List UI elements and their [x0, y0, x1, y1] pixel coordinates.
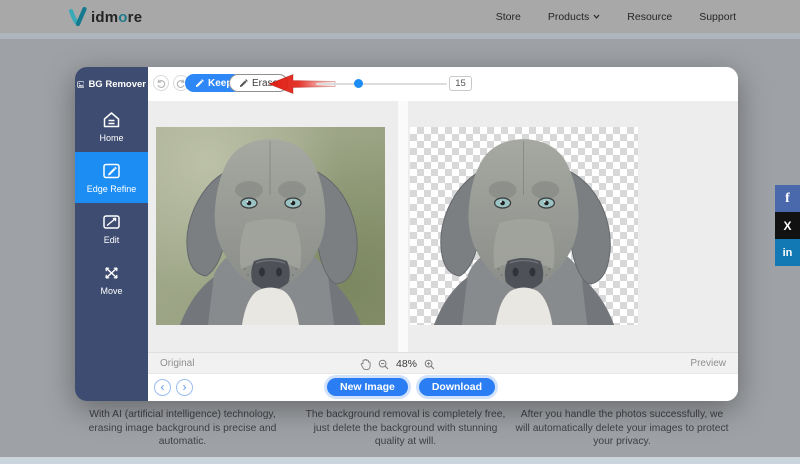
home-icon — [102, 111, 121, 129]
zoom-tools: 48% — [360, 353, 435, 375]
nav-support[interactable]: Support — [699, 11, 736, 23]
zoom-in-icon[interactable] — [424, 359, 435, 370]
preview-label: Preview — [690, 358, 726, 369]
prev-image-button[interactable]: ‹ — [154, 379, 171, 396]
sidebar-item-label: Edit — [104, 235, 120, 245]
header-divider — [0, 33, 800, 39]
brand-text: idmore — [91, 9, 142, 26]
sidebar-item-label: Edge Refine — [87, 184, 137, 194]
edit-square-icon — [102, 162, 121, 180]
viewer-statusbar: Original 48% Preview — [148, 352, 738, 374]
vidmore-check-icon — [68, 7, 89, 27]
linkedin-share-button[interactable]: in — [775, 239, 800, 266]
original-image-canvas[interactable] — [156, 127, 385, 325]
dog-photo-cutout — [410, 127, 638, 325]
page-bottom-strip — [0, 457, 800, 464]
image-arrow-icon — [102, 213, 121, 231]
move-arrows-icon — [102, 264, 121, 282]
modal-sidebar: BG Remover Home Edge Refine — [75, 67, 148, 401]
preview-panel — [408, 101, 738, 352]
bg-remover-header: BG Remover — [75, 67, 148, 101]
original-panel — [148, 101, 398, 352]
keep-brush-icon — [195, 78, 205, 88]
site-nav: Store Products Resource Support — [496, 0, 736, 33]
app-root: idmore Store Products Resource Support W… — [0, 0, 800, 464]
zoom-percentage: 48% — [396, 358, 417, 370]
cta-row: New Image Download — [327, 378, 495, 396]
chevron-down-icon — [593, 14, 600, 19]
editor-toolbar: Keep Erase 15 — [148, 67, 738, 101]
feature-text-free: The background removal is completely fre… — [303, 408, 508, 449]
bg-remover-logo-icon — [77, 78, 84, 91]
new-image-button[interactable]: New Image — [327, 378, 408, 396]
sidebar-item-edit[interactable]: Edit — [75, 203, 148, 254]
modal-footer: ‹ › New Image Download — [148, 374, 738, 401]
download-button[interactable]: Download — [419, 378, 495, 396]
slider-thumb[interactable] — [354, 79, 363, 88]
nav-products[interactable]: Products — [548, 11, 600, 23]
sidebar-item-label: Home — [99, 133, 123, 143]
brush-size-value[interactable]: 15 — [449, 76, 472, 91]
nav-store[interactable]: Store — [496, 11, 521, 23]
bg-remover-modal: BG Remover Home Edge Refine — [75, 67, 738, 401]
bg-remover-title: BG Remover — [88, 79, 146, 90]
next-image-button[interactable]: › — [176, 379, 193, 396]
sidebar-item-label: Move — [100, 286, 122, 296]
panel-divider — [398, 101, 408, 352]
erase-brush-icon — [239, 78, 249, 88]
nav-resource[interactable]: Resource — [627, 11, 672, 23]
brush-size-slider[interactable] — [316, 75, 447, 91]
vidmore-logo[interactable]: idmore — [68, 7, 142, 27]
feature-text-ai: With AI (artificial intelligence) techno… — [85, 408, 280, 449]
modal-main: Keep Erase 15 — [148, 67, 738, 401]
facebook-share-button[interactable]: f — [775, 185, 800, 212]
x-share-button[interactable]: X — [775, 212, 800, 239]
hand-tool-icon[interactable] — [360, 358, 371, 370]
social-share-rail: f X in — [775, 185, 800, 266]
site-header: idmore Store Products Resource Support — [0, 0, 800, 33]
slider-track[interactable] — [316, 83, 447, 85]
editor-content — [148, 101, 738, 352]
preview-image-canvas[interactable] — [410, 127, 638, 325]
undo-button[interactable] — [153, 75, 169, 91]
zoom-out-icon[interactable] — [378, 359, 389, 370]
sidebar-item-home[interactable]: Home — [75, 101, 148, 152]
sidebar-item-move[interactable]: Move — [75, 254, 148, 305]
dog-photo-original — [156, 127, 385, 325]
feature-text-privacy: After you handle the photos successfully… — [513, 408, 731, 449]
sidebar-item-edge-refine[interactable]: Edge Refine — [75, 152, 148, 203]
original-label: Original — [160, 358, 194, 369]
